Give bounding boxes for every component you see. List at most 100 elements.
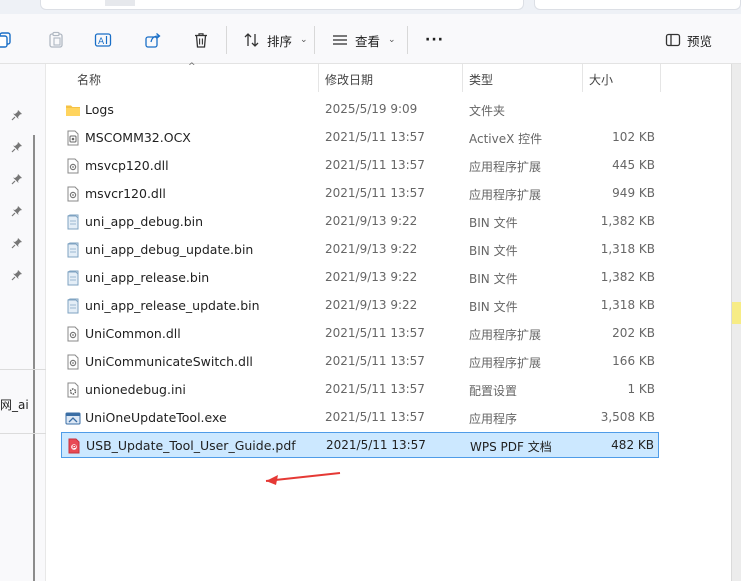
- copy-icon[interactable]: [0, 31, 14, 49]
- ocx-file-icon: [65, 130, 81, 146]
- pin-icon[interactable]: [11, 205, 23, 217]
- share-icon[interactable]: [144, 31, 162, 49]
- file-type: BIN 文件: [469, 244, 518, 258]
- file-size: 1 KB: [627, 382, 655, 396]
- navigation-pane: 网_ai: [0, 64, 46, 581]
- file-name: uni_app_release.bin: [85, 270, 210, 285]
- file-name: uni_app_debug_update.bin: [85, 242, 254, 257]
- address-bar-strip: [0, 0, 741, 14]
- pin-icon[interactable]: [11, 173, 23, 185]
- file-row[interactable]: UniCommunicateSwitch.dll 2021/5/11 13:57 应…: [61, 349, 659, 375]
- chevron-down-icon: ⌄: [388, 35, 396, 45]
- file-name: uni_app_debug.bin: [85, 214, 204, 229]
- exe-file-icon: [65, 410, 81, 426]
- file-type: 应用程序扩展: [469, 356, 542, 370]
- column-divider[interactable]: [318, 64, 319, 92]
- file-type: 应用程序扩展: [469, 328, 542, 342]
- delete-icon[interactable]: [192, 31, 210, 49]
- column-header: ^ 名称 修改日期 类型 大小: [46, 62, 731, 92]
- preview-pane-icon: [665, 33, 681, 47]
- file-type: BIN 文件: [469, 272, 518, 286]
- file-name: msvcp120.dll: [85, 158, 169, 173]
- file-row[interactable]: USB_Update_Tool_User_Guide.pdf 2021/5/11 …: [61, 432, 659, 458]
- file-size: 949 KB: [612, 186, 655, 200]
- file-size: 3,508 KB: [600, 410, 655, 424]
- bin-file-icon: [65, 270, 81, 286]
- nav-item-clipped[interactable]: 网_ai: [0, 396, 29, 413]
- file-type: 配置设置: [469, 384, 518, 398]
- sort-ascending-icon: ^: [188, 62, 196, 72]
- file-row[interactable]: uni_app_release.bin 2021/9/13 9:22 BIN 文件 1…: [61, 265, 659, 291]
- file-row[interactable]: uni_app_release_update.bin 2021/9/13 9:22…: [61, 293, 659, 319]
- pin-icon[interactable]: [11, 237, 23, 249]
- file-size: 1,318 KB: [600, 298, 655, 312]
- file-row[interactable]: MSCOMM32.OCX 2021/5/11 13:57 ActiveX 控件 102…: [61, 125, 659, 151]
- file-modified: 2021/9/13 9:22: [325, 270, 418, 284]
- file-row[interactable]: uni_app_debug_update.bin 2021/9/13 9:22 BI…: [61, 237, 659, 263]
- chevron-down-icon: ⌄: [300, 35, 308, 45]
- file-modified: 2021/9/13 9:22: [325, 242, 418, 256]
- address-bar[interactable]: [40, 0, 524, 10]
- rename-icon[interactable]: A: [94, 31, 112, 49]
- file-modified: 2021/5/11 13:57: [325, 130, 425, 144]
- pin-icon[interactable]: [11, 141, 23, 153]
- dll-file-icon: [65, 186, 81, 202]
- file-name: unionedebug.ini: [85, 382, 186, 397]
- preview-button[interactable]: 预览: [665, 29, 712, 51]
- file-size: 1,382 KB: [600, 214, 655, 228]
- column-divider[interactable]: [462, 64, 463, 92]
- file-size: 202 KB: [612, 326, 655, 340]
- column-size-header[interactable]: 大小: [589, 71, 613, 88]
- file-size: 445 KB: [612, 158, 655, 172]
- file-type: 文件夹: [469, 104, 506, 118]
- file-name: uni_app_release_update.bin: [85, 298, 260, 313]
- file-row[interactable]: uni_app_debug.bin 2021/9/13 9:22 BIN 文件 1,3…: [61, 209, 659, 235]
- column-modified-header[interactable]: 修改日期: [325, 71, 373, 88]
- file-row[interactable]: UniOneUpdateTool.exe 2021/5/11 13:57 应用程序 3…: [61, 405, 659, 431]
- address-bar-segment: [105, 0, 135, 6]
- file-modified: 2021/9/13 9:22: [325, 214, 418, 228]
- pin-icon[interactable]: [11, 109, 23, 121]
- sort-label: 排序: [267, 33, 293, 49]
- paste-icon[interactable]: [47, 31, 65, 49]
- file-name: UniCommon.dll: [85, 326, 181, 341]
- svg-text:A: A: [98, 37, 105, 47]
- file-row[interactable]: UniCommon.dll 2021/5/11 13:57 应用程序扩展 202 KB: [61, 321, 659, 347]
- background-window-edge: [731, 64, 741, 581]
- file-row[interactable]: Logs 2025/5/19 9:09 文件夹: [61, 97, 659, 123]
- file-modified: 2021/5/11 13:57: [325, 382, 425, 396]
- file-size: 1,382 KB: [600, 270, 655, 284]
- column-type-header[interactable]: 类型: [469, 71, 493, 88]
- file-row[interactable]: msvcr120.dll 2021/5/11 13:57 应用程序扩展 949 KB: [61, 181, 659, 207]
- column-divider[interactable]: [582, 64, 583, 92]
- column-name-header[interactable]: 名称: [77, 71, 101, 88]
- search-box[interactable]: [534, 0, 741, 10]
- file-modified: 2021/5/11 13:57: [325, 186, 425, 200]
- file-row[interactable]: unionedebug.ini 2021/5/11 13:57 配置设置 1 KB: [61, 377, 659, 403]
- command-bar: A 排序 ⌄ 查看 ⌄ ··· 预览: [0, 14, 741, 64]
- file-type: 应用程序: [469, 412, 518, 426]
- pin-icon[interactable]: [11, 269, 23, 281]
- file-size: 102 KB: [612, 130, 655, 144]
- sort-icon: [244, 33, 259, 47]
- file-modified: 2021/5/11 13:57: [326, 438, 426, 452]
- file-modified: 2021/5/11 13:57: [325, 326, 425, 340]
- file-name: msvcr120.dll: [85, 186, 166, 201]
- pdf-file-icon: [66, 438, 82, 454]
- file-type: BIN 文件: [469, 216, 518, 230]
- file-modified: 2021/5/11 13:57: [325, 410, 425, 424]
- file-size: 1,318 KB: [600, 242, 655, 256]
- folder-icon: [65, 102, 81, 118]
- column-divider[interactable]: [660, 64, 661, 92]
- file-modified: 2021/5/11 13:57: [325, 354, 425, 368]
- nav-scrollbar[interactable]: [33, 135, 35, 581]
- file-name: USB_Update_Tool_User_Guide.pdf: [86, 438, 296, 453]
- more-icon: ···: [425, 32, 444, 48]
- sort-button[interactable]: 排序 ⌄: [243, 29, 308, 51]
- view-button[interactable]: 查看 ⌄: [331, 29, 396, 51]
- toolbar-separator: [314, 26, 315, 54]
- file-name: UniOneUpdateTool.exe: [85, 410, 227, 425]
- more-options-button[interactable]: ···: [425, 29, 444, 51]
- toolbar-separator: [226, 26, 227, 54]
- file-row[interactable]: msvcp120.dll 2021/5/11 13:57 应用程序扩展 445 KB: [61, 153, 659, 179]
